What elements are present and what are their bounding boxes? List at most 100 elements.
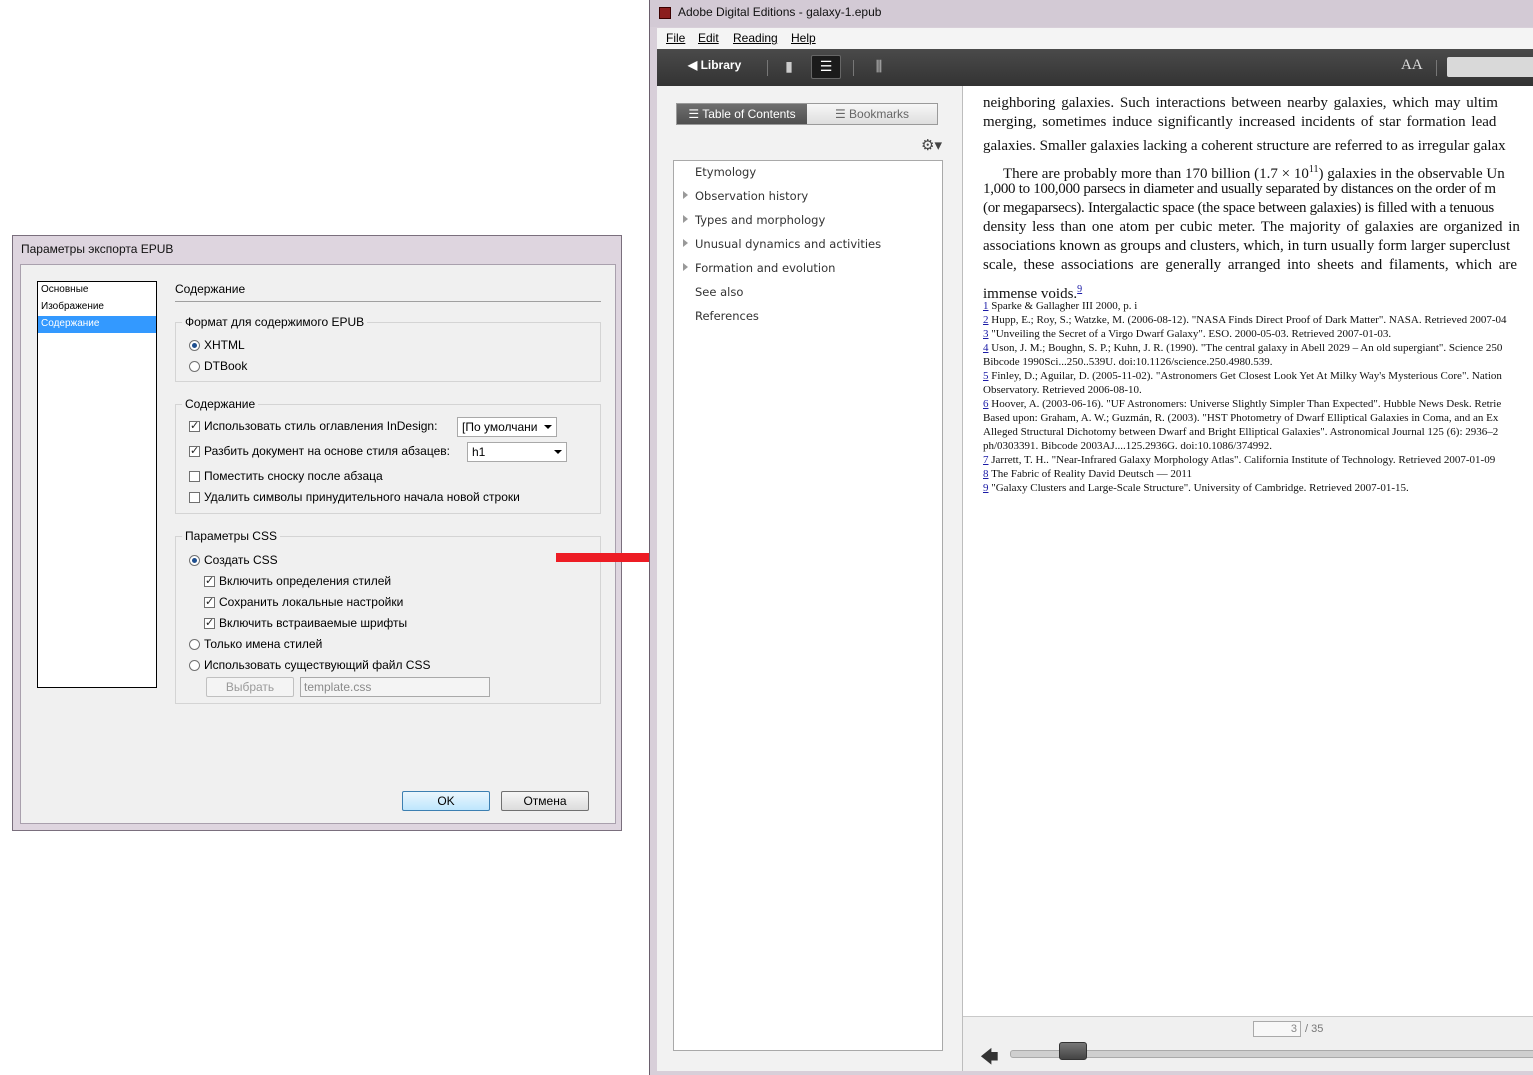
expand-triangle-icon[interactable] [683,263,688,271]
use-existing-css-option[interactable]: Использовать существующий файл CSS [189,658,430,672]
toc-list-icon[interactable]: ☰ [811,55,841,79]
format-xhtml-option[interactable]: XHTML [189,338,245,352]
content-group-label: Содержание [182,397,259,411]
ade-title: Adobe Digital Editions - galaxy-1.epub [678,5,882,19]
nav-item-image[interactable]: Изображение [38,299,156,316]
css-file-field[interactable]: template.css [300,677,490,697]
toc-item[interactable]: See also [695,285,743,299]
toc-item[interactable]: Formation and evolution [683,261,835,275]
include-styles-label: Включить определения стилей [219,574,392,588]
body-line: merging, sometimes induce significantly … [983,114,1497,130]
gear-icon[interactable]: ⚙▾ [921,136,942,154]
library-button[interactable]: ◀ Library [688,58,741,72]
reading-pane: neighboring galaxies. Such interactions … [963,86,1533,1071]
chevron-down-icon [554,450,562,454]
footnote-ref-link[interactable]: 9 [1077,284,1082,295]
toc-style-checkbox[interactable]: Использовать стиль оглавления InDesign: [189,419,437,433]
footnote-text: "Unveiling the Secret of a Virgo Dwarf G… [991,328,1392,340]
embed-fonts-checkbox[interactable]: Включить встраиваемые шрифты [204,616,407,630]
ok-button[interactable]: OK [402,791,490,811]
expand-triangle-icon[interactable] [683,215,688,223]
toc-item[interactable]: References [695,309,759,323]
toc-item-label: Etymology [695,165,757,179]
style-names-only-label: Только имена стилей [204,637,323,651]
footnote-number-link[interactable]: 1 [983,300,989,312]
footnote-line: 6 Hoover, A. (2003-06-16). "UF Astronome… [983,397,1501,411]
footnote-number-link[interactable]: 9 [983,482,989,494]
footnote-line: ph/0303391. Bibcode 2003AJ....125.2936G.… [983,439,1272,453]
body-line: galaxies. Smaller galaxies lacking a coh… [983,138,1506,154]
footnote-text: Hupp, E.; Roy, S.; Watzke, M. (2006-08-1… [991,314,1507,326]
footnote-number-link[interactable]: 6 [983,398,989,410]
ade-titlebar[interactable]: Adobe Digital Editions - galaxy-1.epub [650,0,1533,27]
bookmark-icon[interactable]: ▮ [779,58,799,76]
back-arrow-icon[interactable]: 🡄 [980,1045,999,1071]
toc-item[interactable]: Types and morphology [683,213,825,227]
search-input[interactable] [1447,57,1533,77]
split-style-dropdown[interactable]: h1 [467,442,567,462]
checkbox-checked-icon [204,616,215,630]
expand-triangle-icon[interactable] [683,239,688,247]
toc-panel: ☰ Table of Contents ☰ Bookmarks ⚙▾ Etymo… [657,86,963,1071]
page-slider-thumb[interactable] [1058,1042,1087,1060]
toc-item-label: Observation history [695,189,809,203]
footnote-line: 8 The Fabric of Reality David Deutsch — … [983,467,1192,481]
checkbox-checked-icon [204,595,215,609]
footnote-checkbox[interactable]: Поместить сноску после абзаца [189,469,383,483]
section-title: Содержание [175,282,246,296]
nav-item-content[interactable]: Содержание [38,316,156,333]
toc-style-dropdown[interactable]: [По умолчани [457,417,557,437]
highlights-icon[interactable]: ⫼ [869,58,889,76]
page-slider-track[interactable] [1010,1050,1533,1058]
body-line: associations known as groups and cluster… [983,238,1511,254]
menu-help[interactable]: Help [791,31,816,45]
format-dtbook-option[interactable]: DTBook [189,359,247,373]
body-line: scale, these associations are generally … [983,257,1518,273]
font-size-button[interactable]: AA [1401,57,1423,74]
tab-table-of-contents[interactable]: ☰ Table of Contents [677,104,807,124]
footnote-text: Based upon: Graham, A. W.; Guzmán, R. (2… [983,412,1499,424]
split-document-checkbox[interactable]: Разбить документ на основе стиля абзацев… [189,444,450,458]
body-line: 1,000 to 100,000 parsecs in diameter and… [983,181,1496,197]
style-names-only-option[interactable]: Только имена стилей [189,637,322,651]
footnote-number-link[interactable]: 2 [983,314,989,326]
dialog-titlebar[interactable]: Параметры экспорта EPUB [13,236,621,264]
toc-item[interactable]: Observation history [683,189,809,203]
current-page-field[interactable]: 3 [1253,1021,1301,1037]
footnote-number-link[interactable]: 3 [983,328,989,340]
create-css-option[interactable]: Создать CSS [189,553,278,567]
keep-local-checkbox[interactable]: Сохранить локальные настройки [204,595,403,609]
format-group-label: Формат для содержимого EPUB [182,315,368,329]
keep-local-label: Сохранить локальные настройки [219,595,404,609]
footnote-text: "Galaxy Clusters and Large-Scale Structu… [991,482,1409,494]
choose-css-button[interactable]: Выбрать [206,677,294,697]
include-styles-checkbox[interactable]: Включить определения стилей [204,574,391,588]
cancel-button[interactable]: Отмена [501,791,589,811]
use-existing-css-label: Использовать существующий файл CSS [204,658,431,672]
tab-bookmarks-label: Bookmarks [849,107,910,121]
checkbox-icon [189,492,200,503]
create-css-label: Создать CSS [204,553,278,567]
toc-item[interactable]: Etymology [695,165,756,179]
total-pages: / 35 [1305,1023,1324,1035]
toolbar-separator [767,60,768,76]
menu-file[interactable]: File [666,31,685,45]
footnote-label: Поместить сноску после абзаца [204,469,383,483]
footnote-number-link[interactable]: 4 [983,342,989,354]
toc-list: Etymology Observation history Types and mo… [673,160,943,1051]
menu-reading[interactable]: Reading [733,31,778,45]
toc-style-label: Использовать стиль оглавления InDesign: [204,419,438,433]
remove-breaks-checkbox[interactable]: Удалить символы принудительного начала н… [189,490,520,504]
toolbar-separator [853,60,854,76]
expand-triangle-icon[interactable] [683,191,688,199]
footnote-number-link[interactable]: 7 [983,454,989,466]
split-style-value: h1 [472,445,486,459]
menu-edit[interactable]: Edit [698,31,719,45]
toc-item[interactable]: Unusual dynamics and activities [683,237,881,251]
epub-export-dialog: Параметры экспорта EPUB Основные Изображ… [12,235,622,831]
tab-bookmarks[interactable]: ☰ Bookmarks [807,104,937,124]
footnote-number-link[interactable]: 5 [983,370,989,382]
footnote-text: Jarrett, T. H.. "Near-Infrared Galaxy Mo… [991,454,1496,466]
nav-item-general[interactable]: Основные [38,282,156,299]
footnote-number-link[interactable]: 8 [983,468,989,480]
